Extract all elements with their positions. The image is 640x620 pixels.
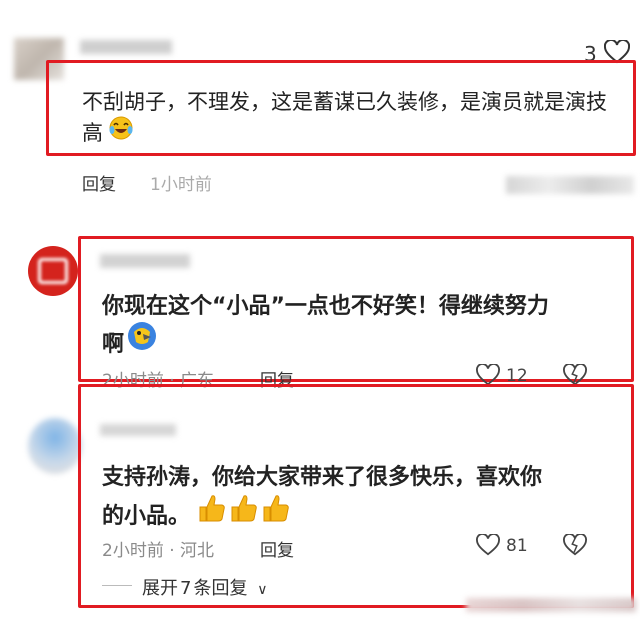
comment-text-line2: 的小品。 (102, 504, 191, 529)
expand-label: 展开 (142, 578, 178, 599)
avatar[interactable] (28, 246, 78, 296)
expand-replies-divider (102, 585, 132, 586)
comment-text-line2: 高 (82, 121, 103, 145)
expand-count: 7 (180, 578, 192, 599)
expand-suffix: 条回复 (193, 578, 248, 599)
blurred-actions (506, 176, 634, 194)
parrot-emoji-icon (126, 320, 158, 356)
expand-replies-button[interactable]: 展开 7 条回复 ∨ (142, 574, 267, 600)
watermark (466, 598, 636, 612)
comment-text-line1: 支持孙涛，你给大家带来了很多快乐，喜欢你 (102, 465, 543, 490)
thumbs-up-emoji-icon (196, 493, 296, 527)
comment-text-line1: 不刮胡子，不理发，这是蓄谋已久装修，是演员就是演技 (82, 90, 607, 114)
username[interactable] (80, 40, 172, 54)
reply-button[interactable]: 回复 (82, 170, 116, 195)
dislike-icon[interactable] (563, 533, 587, 560)
like-count: 12 (506, 366, 528, 386)
reply-button[interactable]: 回复 (260, 536, 294, 561)
avatar[interactable] (28, 418, 82, 474)
like-count: 81 (506, 536, 528, 556)
comment-time: 1小时前 (150, 175, 212, 195)
like-icon[interactable] (476, 533, 500, 560)
chevron-down-icon: ∨ (257, 582, 268, 598)
comment-text-line1: 你现在这个“小品”一点也不好笑！得继续努力 (102, 294, 549, 319)
laughing-crying-emoji-icon (108, 115, 134, 145)
comment-text-line2: 啊 (102, 332, 125, 357)
comment-time-location: 2小时前 · 河北 (102, 541, 215, 561)
